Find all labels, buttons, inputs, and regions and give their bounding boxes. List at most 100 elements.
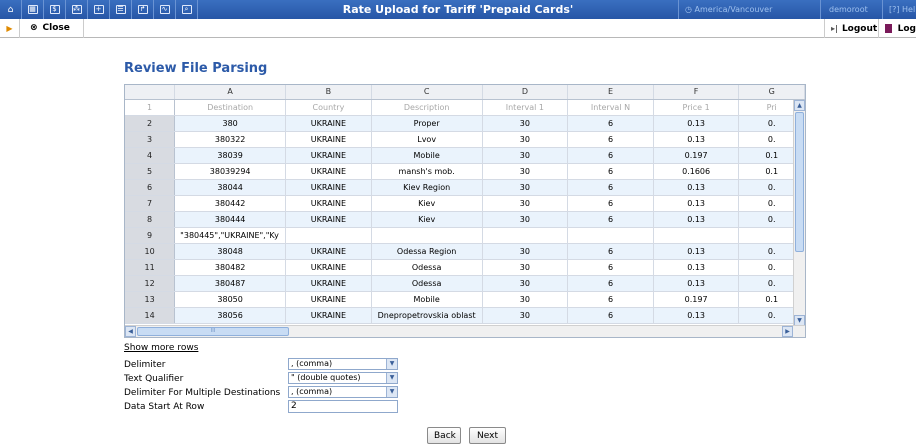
- table-cell: Odessa: [371, 275, 483, 292]
- table-cell: 6: [567, 131, 654, 148]
- table-cell: 30: [482, 179, 569, 196]
- column-header[interactable]: D: [482, 85, 569, 100]
- log-button[interactable]: Log: [878, 19, 916, 38]
- table-cell: 38044: [174, 179, 287, 196]
- table-row: 6 38044 UKRAINE Kiev Region 30 6 0.13 0.: [125, 179, 805, 196]
- table-cell: UKRAINE: [285, 179, 372, 196]
- row-number[interactable]: 5: [125, 163, 176, 180]
- delimiter-select[interactable]: , (comma) ▼: [288, 358, 398, 370]
- table-cell: 6: [567, 115, 654, 132]
- table-cell: Destination: [174, 99, 287, 116]
- column-header[interactable]: B: [285, 85, 372, 100]
- row-number[interactable]: 13: [125, 291, 176, 308]
- table-cell: 380322: [174, 131, 287, 148]
- table-cell: 30: [482, 163, 569, 180]
- column-header[interactable]: E: [567, 85, 654, 100]
- table-cell: 30: [482, 307, 569, 324]
- help-link[interactable]: [?] Hel: [882, 0, 916, 19]
- row-number[interactable]: 8: [125, 211, 176, 228]
- toolbar: ▶ ⊗ Close ▸| Logout Log: [0, 18, 916, 38]
- grid-icon[interactable]: ▦: [22, 0, 44, 19]
- logout-button[interactable]: ▸| Logout: [824, 19, 878, 38]
- horizontal-scroll-thumb[interactable]: III: [137, 327, 289, 336]
- top-icon-group: ⌂ ▦ $ ⁂ + ☰ ↱ ∿ ⌕: [0, 0, 198, 19]
- network-icon[interactable]: ⁂: [66, 0, 88, 19]
- table-cell: 30: [482, 131, 569, 148]
- phone-icon[interactable]: ↱: [132, 0, 154, 19]
- user-icon[interactable]: ☰: [110, 0, 132, 19]
- data-start-row: Data Start At Row 2: [124, 400, 424, 414]
- column-header[interactable]: G: [738, 85, 805, 100]
- table-cell: UKRAINE: [285, 307, 372, 324]
- chevron-down-icon[interactable]: ▼: [386, 373, 397, 383]
- section-heading: Review File Parsing: [124, 61, 268, 76]
- next-button[interactable]: Next: [469, 427, 506, 444]
- multi-destination-delimiter-row: Delimiter For Multiple Destinations , (c…: [124, 386, 424, 400]
- row-number[interactable]: 6: [125, 179, 176, 196]
- table-row: 3 380322 UKRAINE Lvov 30 6 0.13 0.: [125, 131, 805, 148]
- user-link[interactable]: demoroot: [820, 0, 882, 19]
- vertical-scroll-thumb[interactable]: [795, 112, 804, 252]
- corner-header: [125, 85, 176, 100]
- clock-icon: ◷: [685, 5, 695, 14]
- row-number[interactable]: 9: [125, 227, 176, 244]
- table-cell: UKRAINE: [285, 211, 372, 228]
- table-cell: UKRAINE: [285, 195, 372, 212]
- dollar-icon[interactable]: $: [44, 0, 66, 19]
- column-header[interactable]: F: [653, 85, 740, 100]
- table-cell: UKRAINE: [285, 163, 372, 180]
- table-cell: Mobile: [371, 291, 483, 308]
- table-cell: UKRAINE: [285, 147, 372, 164]
- table-cell: UKRAINE: [285, 275, 372, 292]
- show-more-rows-link[interactable]: Show more rows: [124, 343, 198, 353]
- plus-icon[interactable]: +: [88, 0, 110, 19]
- chart-icon[interactable]: ∿: [154, 0, 176, 19]
- table-cell: 6: [567, 291, 654, 308]
- table-row: 1 Destination Country Description Interval 1…: [125, 99, 805, 116]
- row-number[interactable]: 14: [125, 307, 176, 324]
- table-row: 14 38056 UKRAINE Dnepropetrovskia oblast 30 6…: [125, 307, 805, 324]
- row-number[interactable]: 4: [125, 147, 176, 164]
- timezone-link[interactable]: ◷ America/Vancouver: [678, 0, 820, 19]
- back-button[interactable]: Back: [427, 427, 461, 444]
- vertical-scrollbar[interactable]: ▲ ▼: [793, 100, 805, 326]
- table-cell: Kiev: [371, 211, 483, 228]
- multi-destination-delimiter-select[interactable]: , (comma) ▼: [288, 386, 398, 398]
- table-cell: 38039: [174, 147, 287, 164]
- table-cell: 30: [482, 115, 569, 132]
- row-number[interactable]: 3: [125, 131, 176, 148]
- scroll-left-icon[interactable]: ◀: [125, 326, 136, 337]
- row-number[interactable]: 11: [125, 259, 176, 276]
- horizontal-scrollbar[interactable]: ◀ III ▶: [125, 325, 805, 337]
- data-start-row-input[interactable]: 2: [288, 400, 398, 413]
- table-cell: [567, 227, 654, 244]
- row-number[interactable]: 7: [125, 195, 176, 212]
- table-cell: 38050: [174, 291, 287, 308]
- search-icon[interactable]: ⌕: [176, 0, 198, 19]
- row-number[interactable]: 1: [125, 99, 176, 116]
- row-number[interactable]: 2: [125, 115, 176, 132]
- table-cell: 6: [567, 211, 654, 228]
- chevron-down-icon[interactable]: ▼: [386, 387, 397, 397]
- table-row: 7 380442 UKRAINE Kiev 30 6 0.13 0.: [125, 195, 805, 212]
- close-button[interactable]: ⊗ Close: [20, 18, 84, 38]
- table-cell: 6: [567, 147, 654, 164]
- column-header[interactable]: C: [371, 85, 483, 100]
- row-number[interactable]: 10: [125, 243, 176, 260]
- table-row: 11 380482 UKRAINE Odessa 30 6 0.13 0.: [125, 259, 805, 276]
- text-qualifier-select[interactable]: " (double quotes) ▼: [288, 372, 398, 384]
- table-cell: 6: [567, 195, 654, 212]
- log-label: Log: [897, 23, 916, 34]
- table-cell: UKRAINE: [285, 131, 372, 148]
- table-cell: 0.13: [653, 115, 740, 132]
- table-row: 10 38048 UKRAINE Odessa Region 30 6 0.13 0.: [125, 243, 805, 260]
- scroll-right-icon[interactable]: ▶: [782, 326, 793, 337]
- chevron-down-icon[interactable]: ▼: [386, 359, 397, 369]
- column-header[interactable]: A: [174, 85, 287, 100]
- table-cell: 0.1606: [653, 163, 740, 180]
- scroll-up-icon[interactable]: ▲: [794, 100, 805, 111]
- row-number[interactable]: 12: [125, 275, 176, 292]
- table-row: 4 38039 UKRAINE Mobile 30 6 0.197 0.1: [125, 147, 805, 164]
- table-cell: 30: [482, 195, 569, 212]
- home-icon[interactable]: ⌂: [0, 0, 22, 19]
